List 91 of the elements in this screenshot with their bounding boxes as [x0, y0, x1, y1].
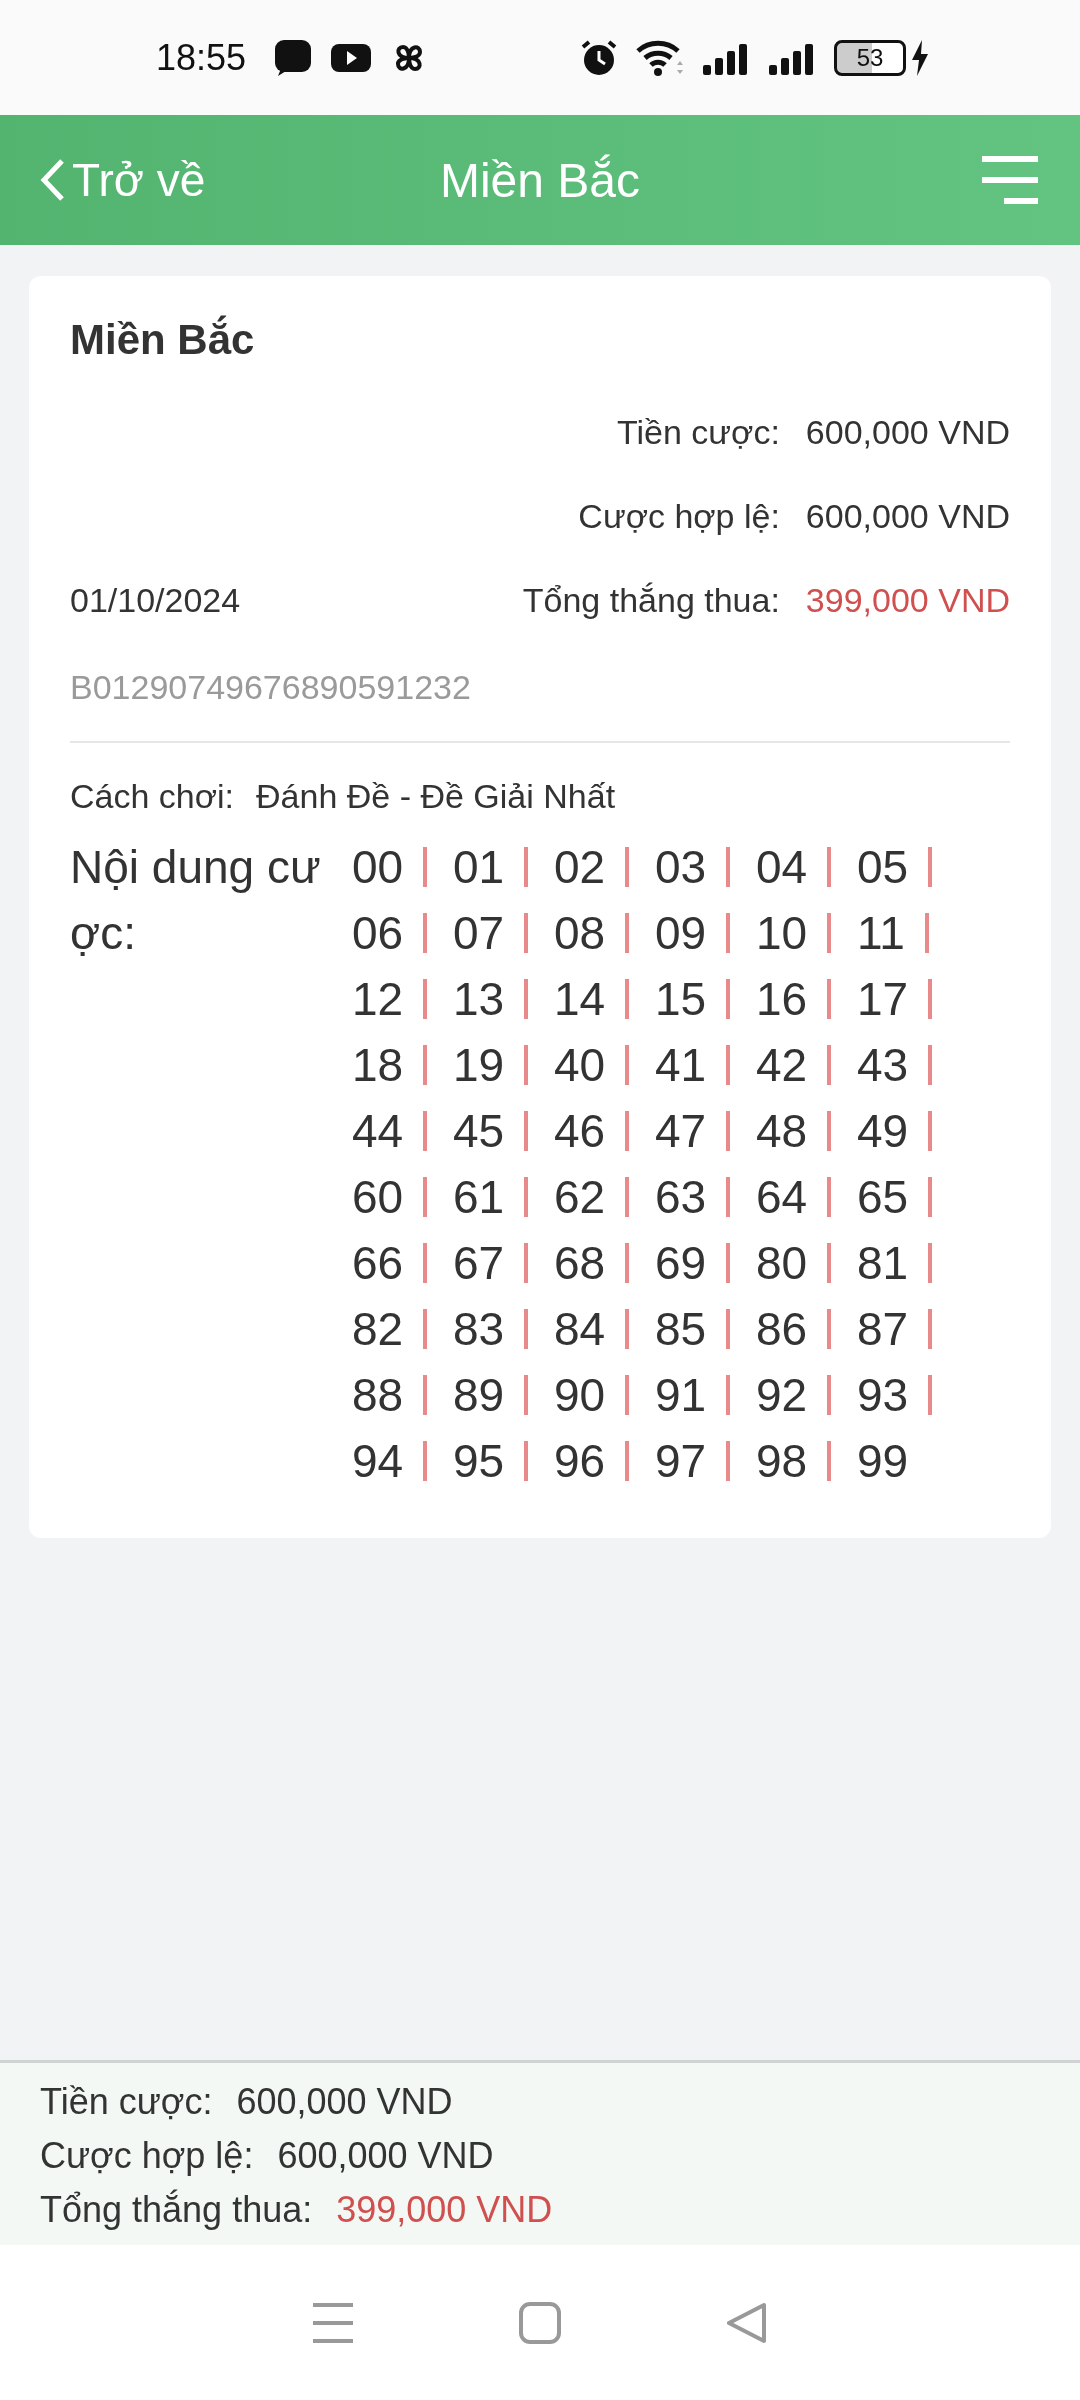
bet-number: 04	[756, 840, 808, 895]
charging-icon	[910, 39, 930, 76]
bet-number: 06	[352, 906, 404, 961]
summary-value: 399,000 VND	[336, 2188, 553, 2232]
back-button[interactable]: Trở về	[40, 153, 206, 207]
bet-number: 46	[554, 1104, 606, 1159]
bet-number: 65	[857, 1170, 909, 1225]
bet-number: 08	[554, 906, 606, 961]
chevron-left-icon	[40, 158, 66, 202]
summary-label: Cược hợp lệ:	[40, 2134, 254, 2178]
bet-number: 41	[655, 1038, 707, 1093]
bet-number: 17	[857, 972, 909, 1027]
bet-number: 10	[756, 906, 808, 961]
bet-number: 05	[857, 840, 909, 895]
bet-number: 03	[655, 840, 707, 895]
bet-number: 44	[352, 1104, 404, 1159]
bet-number: 99	[857, 1434, 909, 1489]
play-label: Cách chơi:	[70, 777, 235, 816]
bet-number: 60	[352, 1170, 404, 1225]
detail-label: Tổng thắng thua:	[522, 580, 780, 620]
bet-number: 92	[756, 1368, 808, 1423]
bet-number: 40	[554, 1038, 606, 1093]
bet-number: 02	[554, 840, 606, 895]
bet-number: 96	[554, 1434, 606, 1489]
bet-number: 09	[655, 906, 707, 961]
bet-number: 42	[756, 1038, 808, 1093]
page-title: Miền Bắc	[439, 153, 641, 207]
battery-icon: 53	[834, 39, 906, 76]
summary-value: 600,000 VND	[236, 2080, 453, 2124]
bet-number: 16	[756, 972, 808, 1027]
status-time: 18:55	[156, 36, 247, 79]
bet-number: 87	[857, 1302, 909, 1357]
bet-number: 94	[352, 1434, 404, 1489]
back-icon[interactable]	[725, 2301, 768, 2344]
order-id: B01290749676890591232	[70, 668, 472, 707]
bet-number: 98	[756, 1434, 808, 1489]
bet-number: 19	[453, 1038, 505, 1093]
bet-number: 97	[655, 1434, 707, 1489]
bet-number: 81	[857, 1236, 909, 1291]
play-type: Đánh Đề - Đề Giải Nhất	[256, 777, 616, 816]
detail-value: 600,000 VND	[805, 412, 1010, 452]
card-title: Miền Bắc	[70, 316, 256, 364]
chat-app-icon	[274, 38, 313, 77]
bet-number: 43	[857, 1038, 909, 1093]
bet-number: 95	[453, 1434, 505, 1489]
bet-number: 80	[756, 1236, 808, 1291]
bet-number: 13	[453, 972, 505, 1027]
bet-number: 01	[453, 840, 505, 895]
bet-number: 62	[554, 1170, 606, 1225]
bet-number: 45	[453, 1104, 505, 1159]
bet-number: 69	[655, 1236, 707, 1291]
bet-number: 12	[352, 972, 404, 1027]
bet-number: 88	[352, 1368, 404, 1423]
bet-number: 47	[655, 1104, 707, 1159]
bet-number: 83	[453, 1302, 505, 1357]
home-icon[interactable]	[519, 2301, 561, 2344]
bet-number: 49	[857, 1104, 909, 1159]
bet-number: 64	[756, 1170, 808, 1225]
video-play-icon	[330, 41, 373, 74]
bet-number: 14	[554, 972, 606, 1027]
detail-value: 399,000 VND	[805, 580, 1010, 620]
bet-number: 11	[857, 906, 905, 961]
bet-number: 48	[756, 1104, 808, 1159]
bet-number: 82	[352, 1302, 404, 1357]
bet-number: 67	[453, 1236, 505, 1291]
bet-number: 93	[857, 1368, 909, 1423]
bet-number: 18	[352, 1038, 404, 1093]
detail-label: Tiền cược:	[617, 412, 780, 452]
bet-number: 68	[554, 1236, 606, 1291]
bet-number: 15	[655, 972, 707, 1027]
wifi-icon	[636, 38, 684, 77]
bet-number: 91	[655, 1368, 707, 1423]
bet-number: 63	[655, 1170, 707, 1225]
bet-number: 85	[655, 1302, 707, 1357]
bet-number: 90	[554, 1368, 606, 1423]
bet-number: 00	[352, 840, 404, 895]
content-label: Nội dung cược:	[70, 840, 322, 961]
menu-icon[interactable]	[312, 2301, 355, 2344]
bet-number: 07	[453, 906, 505, 961]
detail-value: 600,000 VND	[805, 496, 1010, 536]
bet-number: 89	[453, 1368, 505, 1423]
detail-label: Cược hợp lệ:	[578, 496, 780, 536]
bet-number: 61	[453, 1170, 505, 1225]
bet-number: 84	[554, 1302, 606, 1357]
bet-number: 86	[756, 1302, 808, 1357]
alarm-icon	[580, 38, 618, 77]
summary-value: 600,000 VND	[277, 2134, 494, 2178]
bet-date: 01/10/2024	[70, 580, 241, 620]
summary-label: Tổng thắng thua:	[40, 2188, 313, 2232]
summary-label: Tiền cược:	[40, 2080, 213, 2124]
bet-number: 66	[352, 1236, 404, 1291]
